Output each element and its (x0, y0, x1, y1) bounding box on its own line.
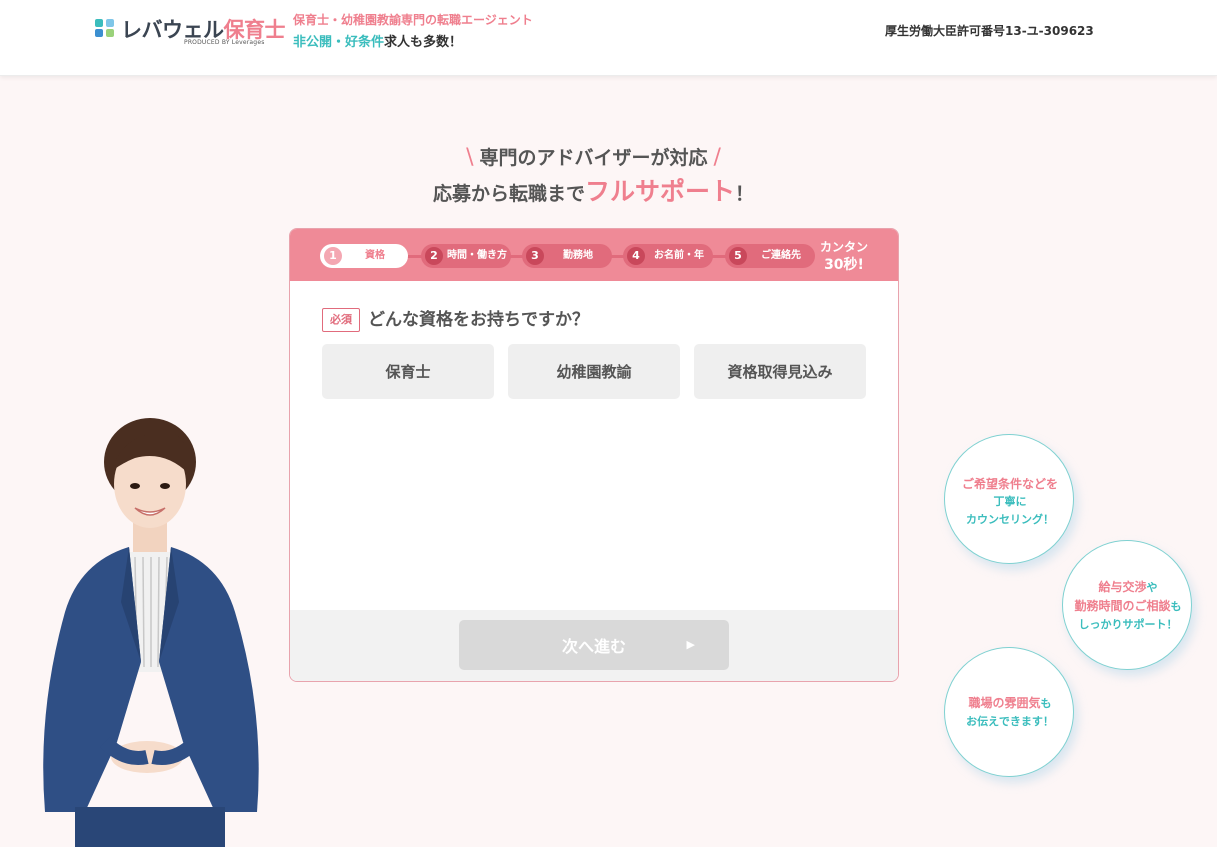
tagline-highlight: 非公開・好条件 (293, 35, 385, 50)
step-2: 2 時間・働き方 (421, 244, 511, 268)
step-4: 4 お名前・年 (623, 244, 713, 268)
easy-label: カンタン (819, 240, 868, 254)
bubble-line: しっかりサポート！ (1078, 618, 1178, 631)
bubble-line: 勤務時間のご相談も (1063, 597, 1193, 616)
site-header: レバウェル保育士 PRODUCED BY Leverages 保育士・幼稚園教諭… (0, 0, 1217, 76)
hero-subheadline: 応募から転職までフルサポート！ (0, 172, 1187, 208)
chevron-right-icon: ▶ (686, 638, 695, 651)
option-kindergarten-teacher-button[interactable]: 幼稚園教諭 (508, 344, 680, 399)
step-5: 5 ご連絡先 (725, 244, 815, 268)
step-number: 2 (425, 247, 443, 265)
tagline-primary: 保育士・幼稚園教諭専門の転職エージェント (293, 13, 533, 27)
bubble-highlight: 勤務時間のご相談 (1074, 599, 1171, 613)
bubble-line: 職場の雰囲気も (945, 694, 1075, 713)
advisor-photo (25, 412, 275, 847)
bubble-line: カウンセリング！ (966, 513, 1054, 526)
form-footer: 次へ進む ▶ (290, 610, 898, 681)
hero-line1-text: 専門のアドバイザーが対応 (479, 147, 708, 169)
bubble-highlight: 職場の雰囲気 (968, 696, 1041, 710)
step-number: 4 (627, 247, 645, 265)
question-text: どんな資格をお持ちですか？ (368, 310, 589, 330)
hero-headline: \ 専門のアドバイザーが対応 / (0, 143, 1187, 170)
license-number: 厚生労働大臣許可番号13-ユ-309623 (885, 24, 1094, 38)
option-hoikushi-button[interactable]: 保育士 (322, 344, 494, 399)
step-label: ご連絡先 (761, 250, 801, 261)
logo[interactable]: レバウェル保育士 PRODUCED BY Leverages (94, 14, 285, 48)
bubble-text: や (1146, 581, 1158, 594)
bubble-line: 丁寧に (993, 495, 1027, 508)
bubble-highlight: 給与交渉 (1098, 580, 1147, 594)
slash-right: / (713, 145, 721, 170)
option-expected-license-button[interactable]: 資格取得見込み (694, 344, 866, 399)
step-label: お名前・年 (654, 250, 704, 261)
tagline-secondary: 非公開・好条件求人も多数！ (293, 31, 462, 50)
bubble-line: 給与交渉や (1063, 578, 1193, 597)
step-number: 3 (526, 247, 544, 265)
step-label: 時間・働き方 (447, 250, 507, 261)
progress-steps: 1 資格 2 時間・働き方 3 勤務地 4 お名前・年 5 ご連絡先 カンタン … (290, 229, 898, 281)
next-button[interactable]: 次へ進む ▶ (459, 620, 729, 670)
step-number: 5 (729, 247, 747, 265)
hero-line2-suffix: ！ (735, 183, 755, 205)
bubble-line: お伝えできます！ (966, 715, 1054, 728)
bubble-text: も (1170, 600, 1182, 613)
step-number: 1 (324, 247, 342, 265)
next-label: 次へ進む (561, 637, 626, 656)
bubble-line: ご希望条件などを (961, 477, 1058, 491)
feature-bubble-counseling: ご希望条件などを 丁寧に カウンセリング！ (944, 434, 1074, 564)
step-label: 資格 (365, 250, 385, 261)
feature-bubble-atmosphere: 職場の雰囲気も お伝えできます！ (944, 647, 1074, 777)
easy-time: 30秒! (824, 257, 864, 273)
tagline-rest: 求人も多数！ (384, 35, 463, 50)
required-badge: 必須 (322, 308, 360, 332)
step-3: 3 勤務地 (522, 244, 612, 268)
hero-line2-highlight: フルサポート (584, 177, 735, 206)
step-1: 1 資格 (320, 244, 408, 268)
hero-line2-prefix: 応募から転職まで (432, 183, 585, 205)
step-label: 勤務地 (563, 250, 593, 261)
logo-sub: PRODUCED BY Leverages (184, 39, 265, 46)
bubble-text: も (1040, 697, 1052, 710)
registration-form: 1 資格 2 時間・働き方 3 勤務地 4 お名前・年 5 ご連絡先 カンタン … (289, 228, 899, 682)
slash-left: \ (466, 145, 474, 170)
feature-bubble-negotiation: 給与交渉や 勤務時間のご相談も しっかりサポート！ (1062, 540, 1192, 670)
logo-mark-icon (94, 17, 116, 39)
